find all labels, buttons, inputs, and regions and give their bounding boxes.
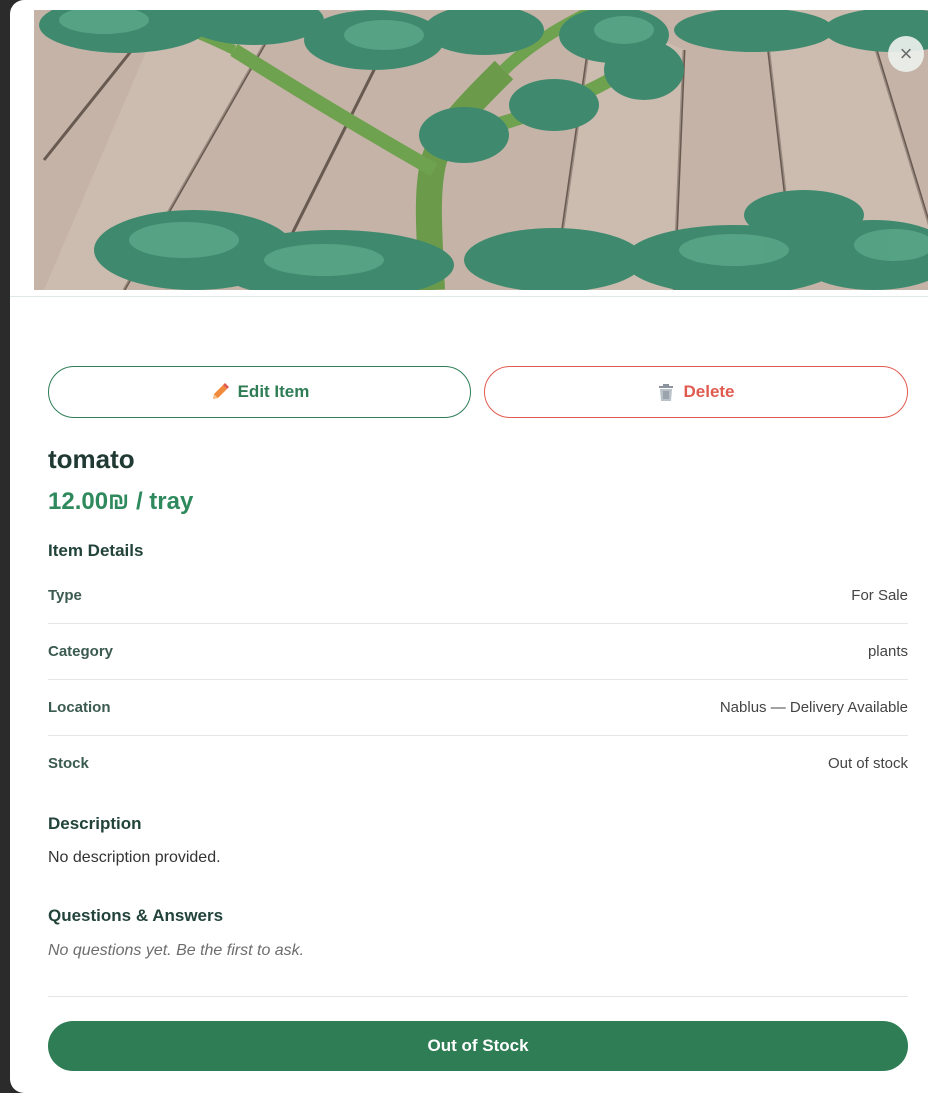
detail-row-category: Category plants bbox=[48, 624, 908, 680]
footer-divider bbox=[48, 996, 908, 997]
qa-heading: Questions & Answers bbox=[48, 906, 224, 925]
action-buttons: Edit Item Delete bbox=[48, 366, 908, 422]
details-table: Type For Sale Category plants Location N… bbox=[48, 568, 908, 791]
detail-key: Location bbox=[48, 699, 111, 716]
header-divider bbox=[10, 296, 928, 297]
detail-key: Type bbox=[48, 587, 82, 604]
close-icon: × bbox=[899, 41, 913, 66]
detail-row-stock: Stock Out of stock bbox=[48, 736, 908, 791]
out-of-stock-button[interactable]: Out of Stock bbox=[48, 1021, 908, 1071]
detail-value: plants bbox=[867, 643, 908, 660]
edit-item-label: Edit Item bbox=[237, 382, 310, 401]
detail-row-type: Type For Sale bbox=[48, 568, 908, 624]
delete-label: Delete bbox=[683, 382, 735, 401]
detail-key: Category bbox=[48, 643, 114, 660]
detail-value: For Sale bbox=[851, 587, 908, 604]
trash-icon bbox=[659, 384, 674, 401]
pencil-icon bbox=[212, 383, 229, 399]
out-of-stock-label: Out of Stock bbox=[427, 1036, 529, 1055]
item-image bbox=[34, 10, 928, 290]
item-title: tomato bbox=[48, 444, 135, 474]
detail-key: Stock bbox=[48, 755, 89, 772]
tomato-plant-image bbox=[34, 10, 928, 290]
item-details-heading: Item Details bbox=[48, 541, 144, 560]
description-heading: Description bbox=[48, 814, 142, 833]
detail-row-location: Location Nablus — Delivery Available bbox=[48, 680, 908, 736]
qa-empty-text: No questions yet. Be the first to ask. bbox=[48, 942, 305, 959]
edit-item-button[interactable]: Edit Item bbox=[48, 366, 471, 418]
item-price: 12.00₪ / tray bbox=[48, 488, 194, 515]
detail-value: Nablus — Delivery Available bbox=[719, 699, 908, 716]
detail-value: Out of stock bbox=[827, 755, 908, 772]
close-button[interactable]: × bbox=[888, 36, 924, 72]
description-text: No description provided. bbox=[48, 849, 221, 866]
delete-button[interactable]: Delete bbox=[484, 366, 908, 418]
item-detail-modal: × Edit Item Delete tomato 12.00₪ / tray bbox=[10, 0, 928, 1093]
